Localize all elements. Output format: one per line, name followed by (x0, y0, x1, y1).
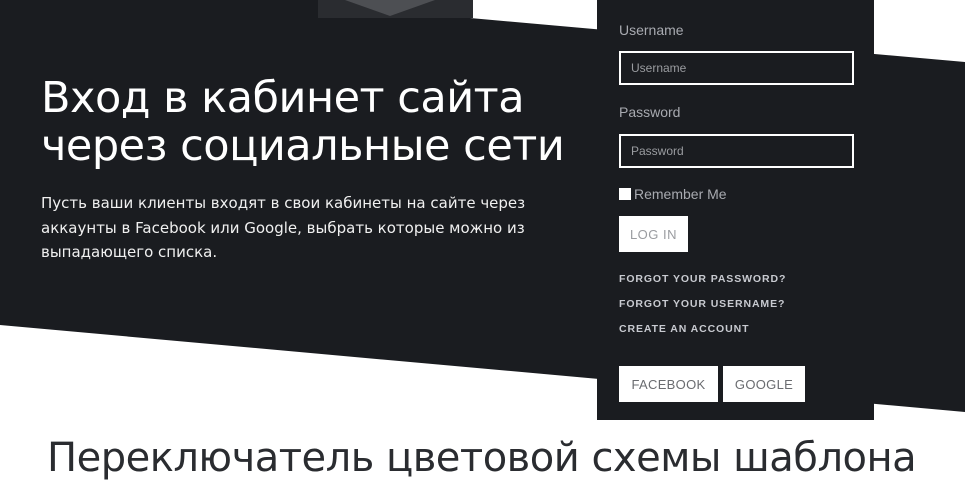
header-image-shape (345, 0, 435, 16)
forgot-password-link[interactable]: FORGOT YOUR PASSWORD? (619, 273, 786, 285)
remember-me[interactable]: Remember Me (619, 186, 727, 202)
section-title: Переключатель цветовой схемы шаблона (47, 435, 917, 481)
remember-me-label[interactable]: Remember Me (634, 186, 727, 202)
hero-title-line2: через социальные сети (41, 121, 565, 171)
facebook-login-button[interactable]: FACEBOOK (619, 366, 718, 402)
password-label: Password (619, 104, 681, 120)
hero-title-line1: Вход в кабинет сайта (41, 73, 525, 123)
password-input[interactable] (619, 134, 854, 168)
log-in-button[interactable]: LOG IN (619, 216, 688, 252)
hero-description: Пусть ваши клиенты входят в свои кабинет… (41, 194, 526, 261)
remember-me-checkbox[interactable] (619, 188, 631, 200)
google-login-button[interactable]: GOOGLE (723, 366, 805, 402)
create-account-link[interactable]: CREATE AN ACCOUNT (619, 323, 749, 335)
username-label: Username (619, 22, 684, 38)
hero-title: Вход в кабинет сайта через социальные сет… (41, 73, 565, 171)
username-input[interactable] (619, 51, 854, 85)
forgot-username-link[interactable]: FORGOT YOUR USERNAME? (619, 298, 785, 310)
